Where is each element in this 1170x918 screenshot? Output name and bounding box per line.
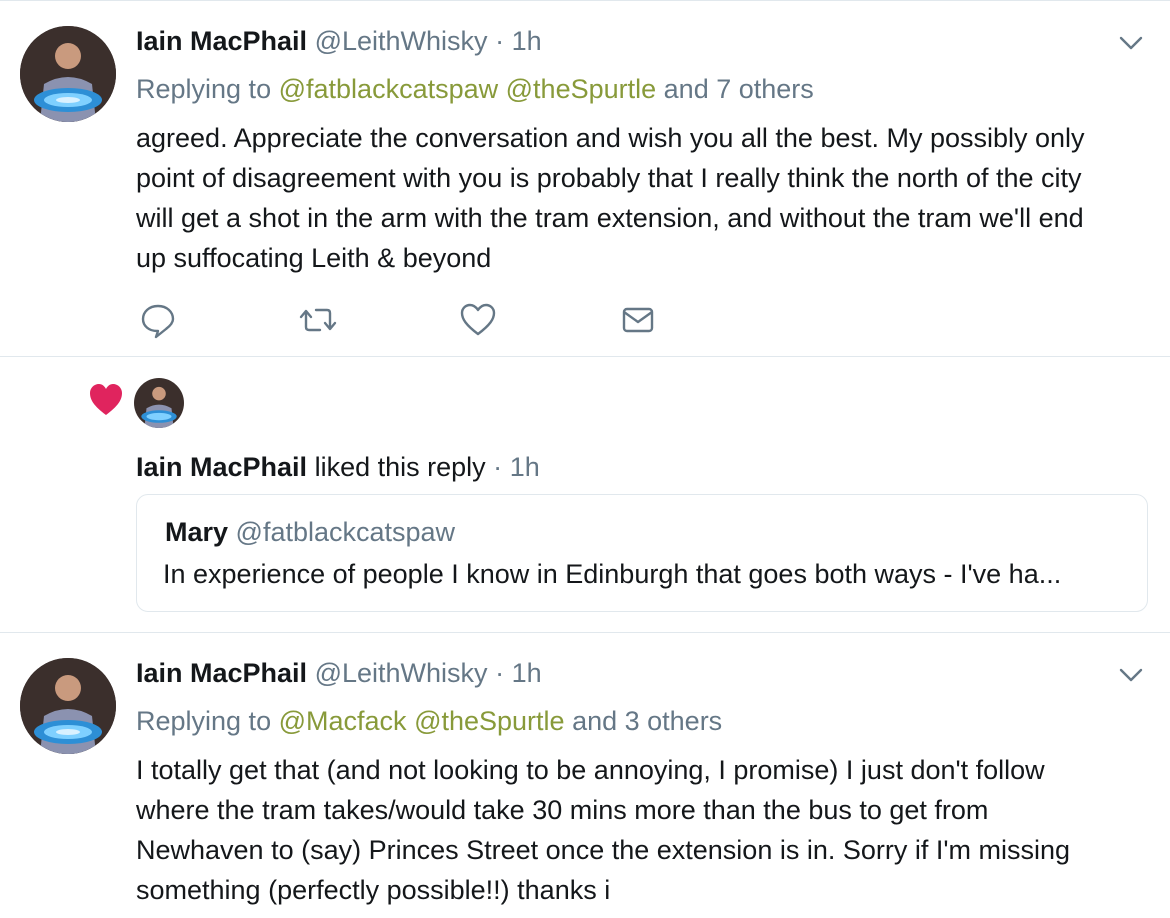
tweet-header: Iain MacPhail @LeithWhisky · 1h: [136, 24, 542, 58]
liked-action: liked this reply: [314, 452, 486, 482]
tweet-text-line: Newhaven to (say) Princes Street once th…: [136, 835, 1071, 865]
avatar[interactable]: [20, 658, 116, 754]
tweet-text-line: agreed. Appreciate the conversation and …: [136, 123, 1085, 153]
replying-to: Replying to @Macfack @theSpurtle and 3 o…: [136, 704, 722, 738]
quoted-tweet[interactable]: Mary @fatblackcatspaw In experience of p…: [136, 494, 1148, 612]
like-activity: Iain MacPhail liked this reply · 1h Mary…: [0, 356, 1170, 632]
timestamp[interactable]: 1h: [512, 26, 542, 56]
timestamp[interactable]: 1h: [512, 658, 542, 688]
mention-link[interactable]: @theSpurtle: [414, 706, 565, 736]
tweet[interactable]: Iain MacPhail @LeithWhisky · 1h Replying…: [0, 632, 1170, 918]
tweet-text-line: will get a shot in the arm with the tram…: [136, 203, 1084, 233]
mention-link[interactable]: @Macfack: [279, 706, 407, 736]
tweet-text-line: point of disagreement with you is probab…: [136, 163, 1082, 193]
like-icon[interactable]: [458, 300, 498, 340]
avatar[interactable]: [134, 378, 184, 428]
heart-icon: [90, 384, 122, 415]
author-name[interactable]: Iain MacPhail: [136, 658, 307, 688]
mention-link[interactable]: @fatblackcatspaw: [279, 74, 499, 104]
replying-to: Replying to @fatblackcatspaw @theSpurtle…: [136, 72, 814, 106]
chevron-down-icon[interactable]: [1116, 28, 1146, 58]
tweet-header: Iain MacPhail @LeithWhisky · 1h: [136, 656, 542, 690]
tweet-text: agreed. Appreciate the conversation and …: [136, 118, 1146, 278]
others-link[interactable]: and 3 others: [572, 706, 722, 736]
tweet[interactable]: Iain MacPhail @LeithWhisky · 1h Replying…: [0, 0, 1170, 356]
liked-summary: Iain MacPhail liked this reply · 1h: [136, 450, 540, 484]
separator: ·: [493, 452, 503, 482]
quoted-header: Mary @fatblackcatspaw: [165, 515, 455, 549]
replying-prefix: Replying to: [136, 706, 272, 736]
quoted-author-handle: @fatblackcatspaw: [235, 517, 456, 547]
separator: ·: [495, 26, 505, 56]
reply-icon[interactable]: [138, 300, 178, 340]
replying-prefix: Replying to: [136, 74, 272, 104]
tweet-text: I totally get that (and not looking to b…: [136, 750, 1146, 910]
retweet-icon[interactable]: [298, 300, 338, 340]
tweet-text-line: up suffocating Leith & beyond: [136, 243, 492, 273]
timestamp[interactable]: 1h: [510, 452, 540, 482]
chevron-down-icon[interactable]: [1116, 660, 1146, 690]
direct-message-icon[interactable]: [618, 300, 658, 340]
mention-link[interactable]: @theSpurtle: [506, 74, 657, 104]
quoted-author-name: Mary: [165, 517, 229, 547]
author-handle[interactable]: @LeithWhisky: [315, 658, 488, 688]
separator: ·: [495, 658, 505, 688]
tweet-text-line: I totally get that (and not looking to b…: [136, 755, 1045, 785]
author-handle[interactable]: @LeithWhisky: [315, 26, 488, 56]
tweet-text-line: where the tram takes/would take 30 mins …: [136, 795, 989, 825]
quoted-text: In experience of people I know in Edinbu…: [163, 559, 1062, 589]
avatar[interactable]: [20, 26, 116, 122]
liker-name[interactable]: Iain MacPhail: [136, 452, 307, 482]
tweet-text-line: something (perfectly possible!!) thanks …: [136, 875, 611, 905]
author-name[interactable]: Iain MacPhail: [136, 26, 307, 56]
others-link[interactable]: and 7 others: [664, 74, 814, 104]
